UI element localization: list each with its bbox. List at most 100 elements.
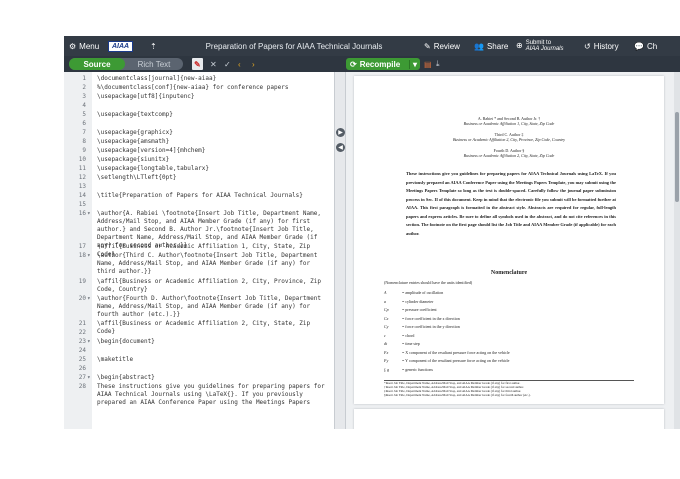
chevron-left-icon[interactable]: ‹	[238, 58, 241, 70]
line-number: 17	[78, 243, 86, 251]
nomenclature-note: (Nomenclature entries should have the un…	[384, 280, 473, 285]
fold-chevron-icon[interactable]: ▾	[87, 374, 91, 381]
line-number: 1	[82, 75, 86, 82]
share-label: Share	[486, 41, 509, 51]
code-text: \usepackage{amsmath}	[97, 138, 170, 145]
refresh-icon: ⟳	[350, 59, 357, 69]
line-number: 27	[78, 373, 86, 381]
line-number: 7	[82, 129, 86, 136]
line-number: 8	[82, 138, 86, 145]
chat-button[interactable]: 💬 Ch	[634, 36, 657, 56]
sync-to-code-icon[interactable]: ◀	[336, 143, 345, 152]
code-text: \begin{document}	[97, 337, 155, 345]
share-button[interactable]: 👥 Share	[474, 36, 508, 56]
preview-scrollbar[interactable]	[674, 72, 680, 429]
abstract-text: These instructions give you guidelines f…	[406, 171, 616, 236]
history-button[interactable]: ↺ History	[584, 36, 619, 56]
line-number: 21	[78, 319, 86, 327]
line-number: 25	[78, 355, 86, 363]
nomenclature-symbol: a	[384, 298, 386, 304]
chat-icon: 💬	[634, 41, 644, 51]
nomenclature-definition: = generic functions	[402, 366, 433, 372]
code-text: \usepackage[utf8]{inputenc}	[97, 93, 195, 100]
check-icon[interactable]: ✓	[224, 58, 231, 70]
nomenclature-entry: Fx = X component of the resultant pressur…	[384, 350, 634, 359]
pane-splitter[interactable]: ▶ ◀	[334, 72, 346, 429]
review-label: Review	[433, 41, 460, 51]
download-icon[interactable]: ⤓	[436, 58, 440, 70]
fold-chevron-icon[interactable]: ▾	[87, 210, 91, 217]
sync-to-pdf-icon[interactable]: ▶	[336, 128, 345, 137]
nomenclature-entry: Cy = force coefficient in the y direction	[384, 324, 634, 333]
submit-icon: ⊕	[516, 41, 523, 50]
nomenclature-definition: = Y component of the resultant pressure …	[402, 358, 510, 363]
line-number: 4	[82, 102, 86, 109]
recompile-button[interactable]: ⟳ Recompile ▾	[346, 58, 420, 70]
nomenclature-entry: Cp = pressure coefficient	[384, 307, 634, 316]
line-number: 23	[78, 337, 86, 345]
editor-mode-toggle[interactable]: Source Rich Text	[69, 58, 183, 70]
line-number: 14	[78, 192, 86, 199]
nomenclature-entry: Fy = Y component of the resultant pressur…	[384, 358, 634, 367]
share-icon: 👥	[474, 41, 484, 51]
submit-label-2: AIAA Journals	[525, 46, 564, 52]
project-title[interactable]: Preparation of Papers for AIAA Technical…	[194, 36, 394, 56]
nomenclature-heading: Nomenclature	[490, 270, 528, 276]
upload-icon[interactable]: ⇡	[150, 36, 157, 56]
fold-chevron-icon[interactable]: ▾	[87, 252, 91, 259]
rich-text-mode-button[interactable]: Rich Text	[125, 58, 183, 70]
fold-chevron-icon[interactable]: ▾	[87, 338, 91, 345]
line-number: 3	[82, 93, 86, 100]
code-text: \begin{abstract}	[97, 373, 155, 381]
review-button[interactable]: ✎ Review	[424, 36, 460, 56]
overleaf-app: ⚙ Menu AIAA ⇡ Preparation of Papers for …	[64, 36, 680, 429]
logs-icon[interactable]: ▤	[424, 58, 432, 70]
chevron-down-icon[interactable]: ▾	[408, 59, 420, 69]
nomenclature-list: A = amplitude of oscillation a = cylinder d…	[384, 290, 634, 375]
nomenclature-definition: = X component of the resultant pressure …	[402, 349, 510, 355]
line-number: 10	[78, 156, 86, 163]
pdf-preview[interactable]: A. Rabiei * and Second B. Author Jr. † B…	[346, 72, 680, 429]
code-text: \usepackage[version=4]{mhchem}	[97, 147, 206, 154]
nomenclature-symbol: c	[384, 332, 386, 338]
track-changes-icon[interactable]: ✎	[192, 58, 203, 70]
menu-button[interactable]: ⚙ Menu	[69, 36, 99, 56]
aiaa-logo[interactable]: AIAA	[108, 36, 134, 56]
line-number: 5	[82, 111, 86, 118]
line-number: 22	[78, 328, 86, 336]
footnotes: *Insert Job Title, Department Name, Addr…	[384, 380, 634, 398]
nomenclature-symbol: dt	[384, 341, 388, 346]
nomenclature-definition: = pressure coefficient	[402, 307, 437, 312]
code-text: \usepackage{textcomp}	[97, 111, 173, 118]
nomenclature-definition: = cylinder diameter	[402, 298, 434, 304]
code-text: \usepackage{longtable,tabularx}	[97, 165, 209, 172]
nomenclature-symbol: Cy	[384, 324, 389, 329]
affiliation-line-3: Business or Academic Affiliation 2, City…	[463, 153, 555, 158]
code-text: \setlength\LTleft{0pt}	[97, 174, 177, 181]
line-number: 15	[78, 201, 86, 208]
footnote: §Insert Job Title, Department Name, Addr…	[384, 392, 531, 397]
close-icon[interactable]: ✕	[210, 58, 217, 70]
history-label: History	[593, 41, 619, 51]
nomenclature-definition: = amplitude of oscillation	[402, 290, 444, 295]
line-number: 18	[78, 252, 86, 260]
affiliation-line-1: Business or Academic Affiliation 1, City…	[463, 121, 555, 126]
nomenclature-definition: = force coefficient in the x direction	[402, 315, 460, 321]
nomenclature-symbol: f, g	[384, 366, 390, 372]
line-number: 2	[82, 84, 86, 91]
nomenclature-entry: a = cylinder diameter	[384, 299, 634, 308]
code-editor[interactable]: 1 \documentclass[journal]{new-aiaa} 2 %\doc…	[64, 72, 334, 429]
line-number: 9	[82, 147, 86, 154]
code-text: \title{Preparation of Papers for AIAA Te…	[97, 192, 303, 199]
submit-button[interactable]: ⊕ Submit to AIAA Journals	[516, 36, 564, 56]
code-text: \affil{Business or Academic Affiliation …	[97, 277, 325, 293]
line-number: 24	[78, 346, 86, 354]
scrollbar-thumb[interactable]	[675, 112, 679, 202]
fold-chevron-icon[interactable]: ▾	[87, 295, 91, 302]
line-number: 13	[78, 183, 86, 190]
code-text: \usepackage{graphicx}	[97, 129, 173, 136]
chevron-right-icon[interactable]: ›	[252, 58, 255, 70]
line-number: 28	[78, 382, 86, 390]
nomenclature-entry: Cx = force coefficient in the x direction	[384, 316, 634, 325]
source-mode-button[interactable]: Source	[69, 58, 125, 70]
